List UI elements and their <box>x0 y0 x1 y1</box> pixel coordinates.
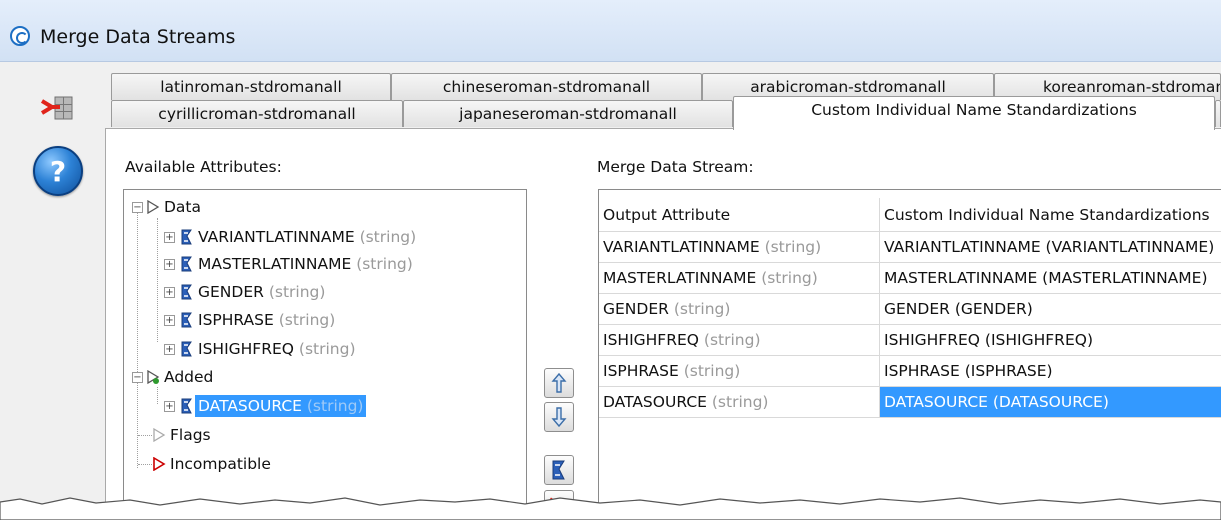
tab-custom-individual-name-standardizations[interactable]: Custom Individual Name Standardizations <box>733 96 1215 130</box>
incompatible-triangle-icon <box>153 457 166 471</box>
table-row-value[interactable]: ISHIGHFREQ (ISHIGHFREQ) <box>880 325 1221 356</box>
collapse-icon[interactable]: − <box>132 372 143 383</box>
attribute-icon <box>552 460 565 480</box>
cell-attr-name: GENDER <box>603 300 669 318</box>
attribute-name: MASTERLATINNAME <box>198 255 352 273</box>
table-row-value-selected[interactable]: DATASOURCE (DATASOURCE) <box>880 387 1221 418</box>
column-header-output-attribute[interactable]: Output Attribute <box>599 198 880 232</box>
cell-attr-name: MASTERLATINNAME <box>603 269 757 287</box>
attribute-name: VARIANTLATINNAME <box>198 228 355 246</box>
cell-attr-type: (string) <box>711 393 769 411</box>
tree-group-label: Data <box>164 198 202 216</box>
attribute-icon <box>181 256 192 272</box>
tree-group-label: Flags <box>170 426 211 444</box>
cell-attr-type: (string) <box>703 331 761 349</box>
expand-icon[interactable]: + <box>164 344 175 355</box>
tab-latinroman[interactable]: latinroman-stdromanall <box>111 73 391 100</box>
attribute-type: (string) <box>268 283 326 301</box>
tree-connector <box>138 464 152 465</box>
attribute-type: (string) <box>306 397 364 415</box>
title-bar: Merge Data Streams <box>0 0 1221 62</box>
cell-attr-type: (string) <box>764 238 822 256</box>
attribute-type: (string) <box>356 255 413 273</box>
merge-data-stream-label: Merge Data Stream: <box>597 158 754 176</box>
tree-connector <box>157 387 158 404</box>
attribute-icon <box>181 312 192 328</box>
table-row-value[interactable]: VARIANTLATINNAME (VARIANTLATINNAME) <box>880 232 1221 263</box>
cell-attr-type: (string) <box>683 362 741 380</box>
expand-icon[interactable]: + <box>164 287 175 298</box>
expand-icon[interactable]: + <box>164 315 175 326</box>
attribute-name: DATASOURCE <box>198 397 302 415</box>
attribute-type: (string) <box>298 340 356 358</box>
tree-connector <box>157 218 158 342</box>
window-title: Merge Data Streams <box>40 26 236 48</box>
attribute-type: (string) <box>278 311 336 329</box>
tree-group-label: Added <box>164 368 214 386</box>
table-row-attr[interactable]: DATASOURCE (string) <box>599 387 880 418</box>
attribute-icon <box>181 284 192 300</box>
table-row-attr[interactable]: ISHIGHFREQ (string) <box>599 325 880 356</box>
cell-attr-name: ISPHRASE <box>603 362 679 380</box>
cell-attr-name: VARIANTLATINNAME <box>603 238 760 256</box>
help-button[interactable]: ? <box>33 146 83 196</box>
table-row-attr[interactable]: MASTERLATINNAME (string) <box>599 263 880 294</box>
move-down-button[interactable] <box>544 402 574 432</box>
expand-icon[interactable]: + <box>164 259 175 270</box>
attribute-icon <box>181 398 192 414</box>
cell-attr-name: DATASOURCE <box>603 393 707 411</box>
tab-japaneseroman[interactable]: japaneseroman-stdromanall <box>403 100 733 127</box>
app-logo-icon <box>10 26 30 46</box>
arrow-up-icon <box>551 372 567 393</box>
table-row-value[interactable]: ISPHRASE (ISPHRASE) <box>880 356 1221 387</box>
attribute-name: ISPHRASE <box>198 311 274 329</box>
cell-attr-type: (string) <box>761 269 818 287</box>
attribute-icon <box>181 229 192 245</box>
table-row-value[interactable]: MASTERLATINNAME (MASTERLATINNAME) <box>880 263 1221 294</box>
cell-attr-name: ISHIGHFREQ <box>603 331 699 349</box>
available-attributes-label: Available Attributes: <box>125 158 282 176</box>
tab-overflow[interactable] <box>1215 100 1221 127</box>
tab-chineseroman[interactable]: chineseroman-stdromanall <box>391 73 702 100</box>
cell-attr-type: (string) <box>673 300 731 318</box>
add-attribute-button[interactable] <box>544 455 574 485</box>
tab-cyrillicroman[interactable]: cyrillicroman-stdromanall <box>111 100 403 127</box>
merge-streams-icon <box>40 96 73 120</box>
attribute-type: (string) <box>359 228 417 246</box>
expand-icon[interactable]: + <box>164 232 175 243</box>
tree-group-label: Incompatible <box>170 455 271 473</box>
column-header-custom-standardizations[interactable]: Custom Individual Name Standardizations <box>880 198 1221 232</box>
tree-connector <box>138 435 152 436</box>
added-group-icon <box>147 370 160 385</box>
attribute-name: GENDER <box>198 283 264 301</box>
group-triangle-icon <box>147 200 160 214</box>
attribute-icon <box>181 341 192 357</box>
table-row-attr[interactable]: VARIANTLATINNAME (string) <box>599 232 880 263</box>
merge-data-stream-grid[interactable]: Output Attribute Custom Individual Name … <box>598 189 1221 520</box>
attribute-name: ISHIGHFREQ <box>198 340 294 358</box>
table-row-attr[interactable]: ISPHRASE (string) <box>599 356 880 387</box>
torn-edge <box>0 497 1221 520</box>
tree-connector <box>137 212 138 468</box>
collapse-icon[interactable]: − <box>132 202 143 213</box>
flags-triangle-icon <box>153 428 166 442</box>
expand-icon[interactable]: + <box>164 401 175 412</box>
arrow-down-icon <box>551 407 567 428</box>
table-row-value[interactable]: GENDER (GENDER) <box>880 294 1221 325</box>
help-icon: ? <box>49 155 67 188</box>
available-attributes-tree[interactable]: − Data + VARIANTLATINNAME (string) + MAS… <box>123 189 527 520</box>
move-up-button[interactable] <box>544 368 574 398</box>
table-row-attr[interactable]: GENDER (string) <box>599 294 880 325</box>
